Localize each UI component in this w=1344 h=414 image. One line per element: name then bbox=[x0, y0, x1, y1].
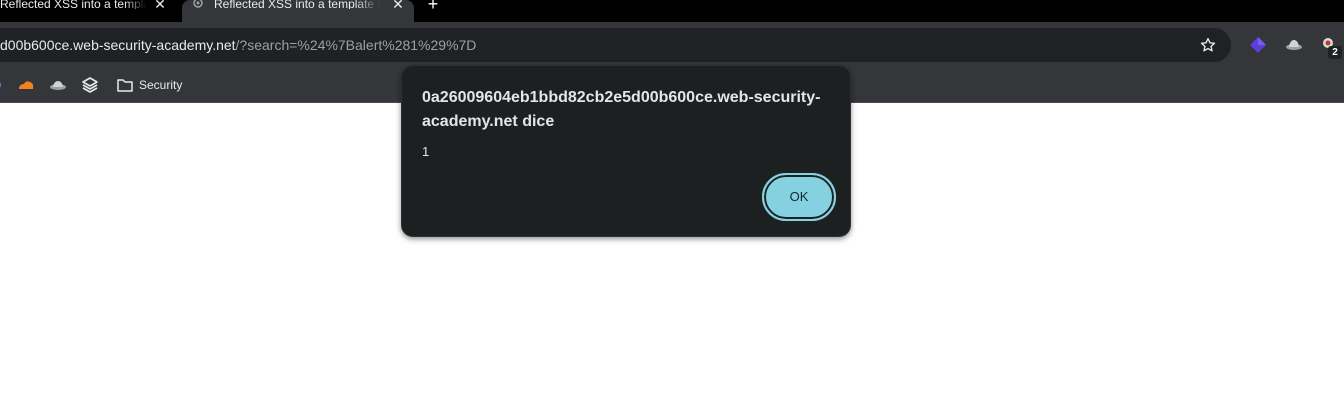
close-icon[interactable]: ✕ bbox=[390, 0, 406, 11]
toolbar: d00b600ce.web-security-academy.net/?sear… bbox=[0, 22, 1344, 68]
star-icon[interactable] bbox=[1199, 36, 1217, 54]
stack-icon[interactable] bbox=[80, 75, 100, 95]
extension-badge: 2 bbox=[1328, 46, 1342, 59]
address-bar[interactable]: d00b600ce.web-security-academy.net/?sear… bbox=[0, 28, 1231, 62]
extension-icon[interactable] bbox=[1248, 35, 1268, 55]
burp-icon[interactable] bbox=[48, 75, 68, 95]
ok-button[interactable]: OK bbox=[762, 173, 836, 221]
folder-label: Security bbox=[139, 78, 183, 92]
tab-title: Reflected XSS into a template literal bbox=[0, 0, 146, 9]
url-host: d00b600ce.web-security-academy.net bbox=[0, 37, 236, 53]
cloudflare-icon[interactable] bbox=[16, 75, 36, 95]
url-path: /?search=%24%7Balert%281%29%7D bbox=[235, 37, 477, 53]
tab-strip: Reflected XSS into a template literal ✕ … bbox=[0, 0, 1344, 22]
bookmark-folder-security[interactable]: Security bbox=[114, 75, 204, 95]
url-text: d00b600ce.web-security-academy.net/?sear… bbox=[0, 28, 476, 62]
dialog-title: 0a26009604eb1bbd82cb2e5d00b600ce.web-sec… bbox=[422, 89, 821, 130]
alert-dialog: 0a26009604eb1bbd82cb2e5d00b600ce.web-sec… bbox=[401, 65, 851, 237]
close-icon[interactable]: ✕ bbox=[152, 0, 168, 11]
tab-favicon-icon bbox=[193, 0, 203, 8]
tab-title: Reflected XSS into a template literal bbox=[214, 0, 380, 9]
dialog-message: 1 bbox=[422, 144, 430, 159]
bookmark-icon[interactable] bbox=[0, 75, 4, 95]
folder-icon bbox=[117, 79, 133, 92]
tab-2-active[interactable]: Reflected XSS into a template literal ✕ bbox=[182, 0, 414, 22]
new-tab-icon[interactable]: + bbox=[424, 0, 442, 13]
extension-icon[interactable] bbox=[1284, 35, 1304, 55]
tab-1[interactable]: Reflected XSS into a template literal ✕ bbox=[0, 0, 182, 22]
